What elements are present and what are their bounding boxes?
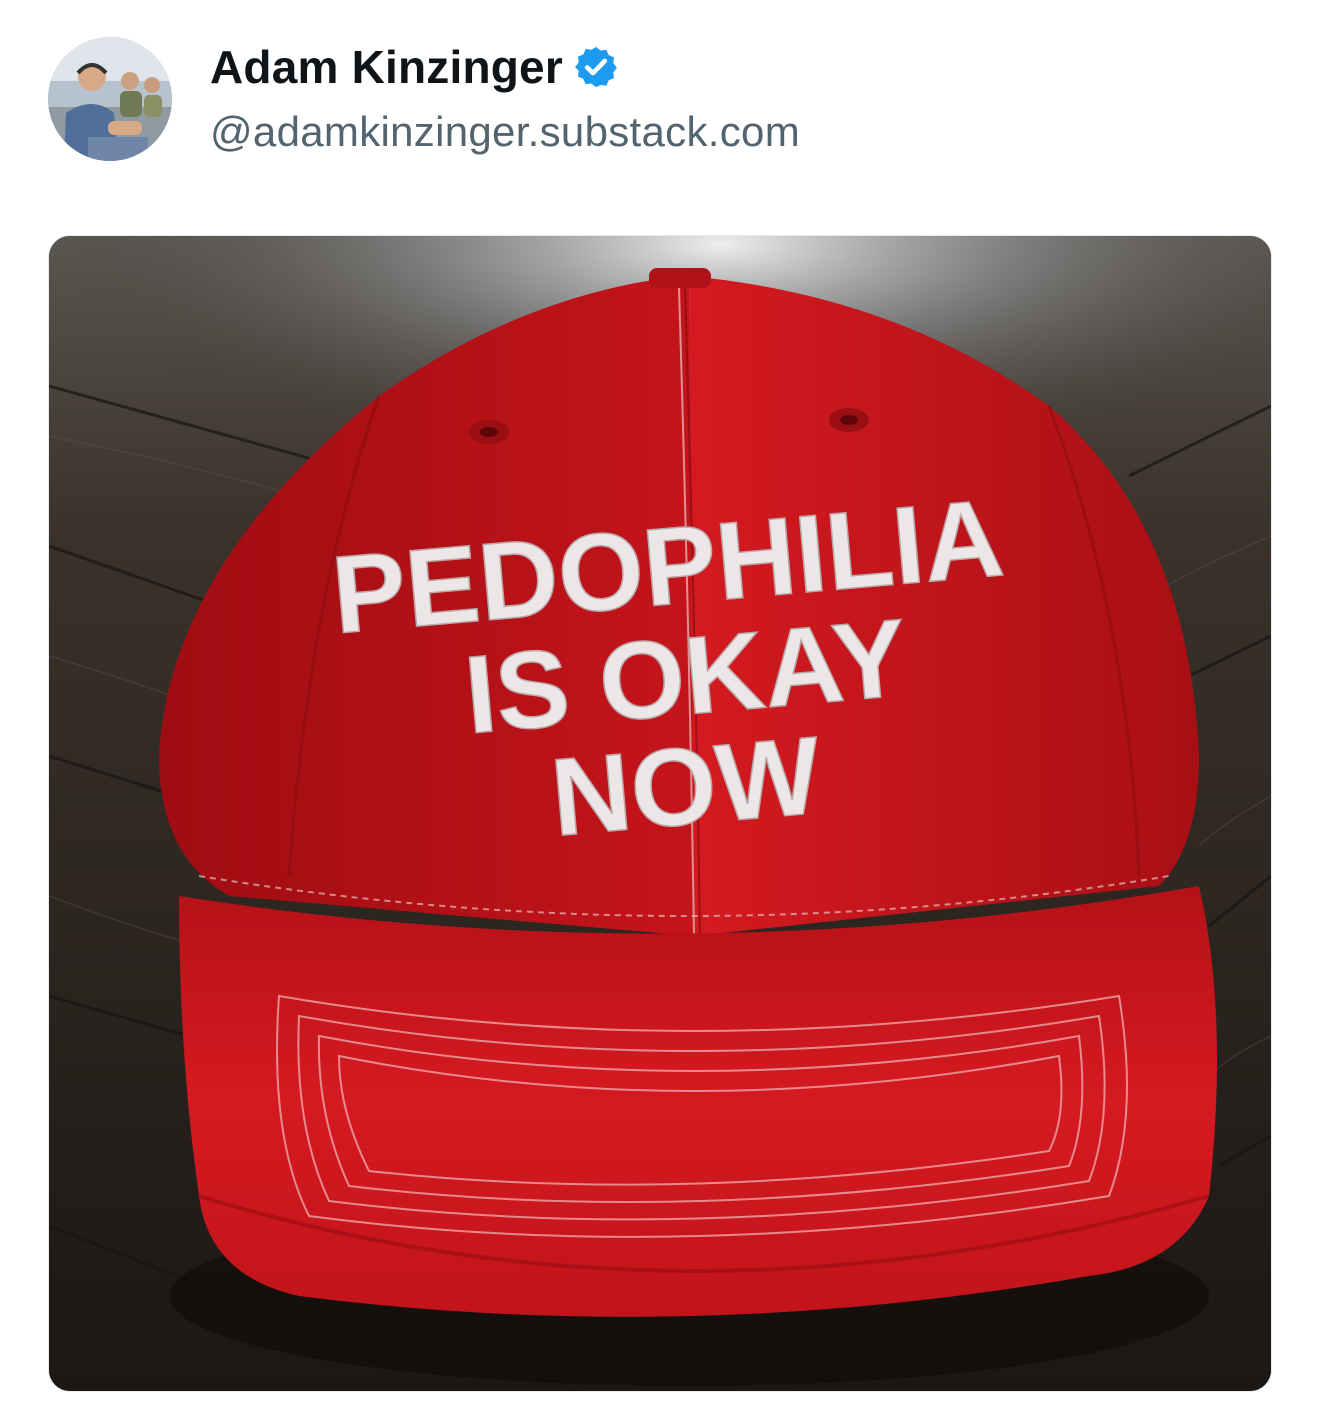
avatar-photo — [48, 37, 172, 161]
verified-badge-icon — [573, 44, 619, 90]
author-handle[interactable]: @adamkinzinger.substack.com — [210, 105, 800, 159]
author-display-name[interactable]: Adam Kinzinger — [210, 39, 563, 95]
cap-text-line-3: NOW — [546, 714, 825, 860]
author-info: Adam Kinzinger @adamkinzinger.substack.c… — [210, 39, 800, 159]
post-image[interactable]: PEDOPHILIA IS OKAY NOW — [48, 235, 1272, 1392]
post-card: Adam Kinzinger @adamkinzinger.substack.c… — [0, 0, 1319, 1424]
post-header: Adam Kinzinger @adamkinzinger.substack.c… — [48, 36, 800, 162]
cap-photo: PEDOPHILIA IS OKAY NOW — [49, 236, 1271, 1391]
avatar[interactable] — [48, 37, 172, 161]
author-name-row: Adam Kinzinger — [210, 39, 800, 95]
